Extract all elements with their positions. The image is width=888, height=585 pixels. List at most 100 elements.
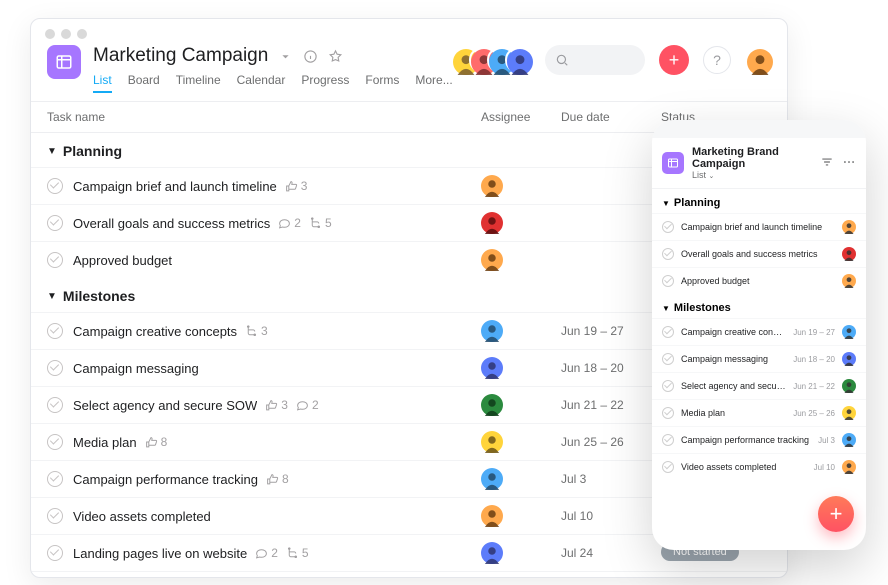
assignee-avatar[interactable]: [481, 249, 503, 271]
mobile-task-row[interactable]: Campaign messaging Jun 18 – 20: [652, 345, 866, 372]
assignee-avatar[interactable]: [481, 212, 503, 234]
section-title: Planning: [63, 143, 122, 159]
due-date[interactable]: Jun 19 – 27: [561, 324, 661, 338]
assignee-avatar[interactable]: [481, 394, 503, 416]
complete-checkbox[interactable]: [662, 326, 674, 338]
due-date: Jul 10: [814, 463, 835, 472]
comment-icon[interactable]: 2: [255, 546, 278, 560]
tab-timeline[interactable]: Timeline: [176, 73, 221, 93]
task-name: Campaign creative concepts: [681, 327, 786, 337]
complete-checkbox[interactable]: [47, 178, 63, 194]
subtask-icon[interactable]: 5: [309, 216, 332, 230]
due-date[interactable]: Jul 24: [561, 546, 661, 560]
task-name: Overall goals and success metrics: [681, 249, 835, 259]
search-input[interactable]: [545, 45, 645, 75]
tab-forms[interactable]: Forms: [365, 73, 399, 93]
chevron-down-icon[interactable]: [278, 49, 293, 64]
complete-checkbox[interactable]: [47, 252, 63, 268]
complete-checkbox[interactable]: [47, 323, 63, 339]
filter-icon[interactable]: [820, 155, 834, 172]
assignee-avatar[interactable]: [842, 352, 856, 366]
due-date[interactable]: Jul 3: [561, 472, 661, 486]
assignee-avatar[interactable]: [481, 320, 503, 342]
task-name: Approved budget: [681, 276, 835, 286]
tab-calendar[interactable]: Calendar: [237, 73, 286, 93]
assignee-avatar[interactable]: [481, 175, 503, 197]
star-icon[interactable]: [328, 49, 343, 64]
project-icon: [662, 152, 684, 174]
complete-checkbox[interactable]: [662, 461, 674, 473]
subtask-icon[interactable]: 5: [286, 546, 309, 560]
complete-checkbox[interactable]: [47, 360, 63, 376]
mobile-task-row[interactable]: Approved budget: [652, 267, 866, 294]
assignee-avatar[interactable]: [842, 220, 856, 234]
complete-checkbox[interactable]: [662, 407, 674, 419]
assignee-avatar[interactable]: [842, 406, 856, 420]
project-members[interactable]: [451, 47, 531, 73]
like-icon[interactable]: 8: [145, 435, 168, 449]
assignee-avatar[interactable]: [842, 433, 856, 447]
more-icon[interactable]: [842, 155, 856, 172]
mobile-section-header[interactable]: ▼Planning: [652, 189, 866, 213]
mobile-task-row[interactable]: Campaign performance tracking Jul 3: [652, 426, 866, 453]
tab-board[interactable]: Board: [128, 73, 160, 93]
assignee-avatar[interactable]: [842, 274, 856, 288]
due-date[interactable]: Jun 21 – 22: [561, 398, 661, 412]
like-icon[interactable]: 3: [265, 398, 288, 412]
mobile-task-row[interactable]: Campaign brief and launch timeline: [652, 213, 866, 240]
due-date: Jun 25 – 26: [793, 409, 835, 418]
complete-checkbox[interactable]: [47, 508, 63, 524]
due-date[interactable]: Jul 10: [561, 509, 661, 523]
assignee-avatar[interactable]: [481, 542, 503, 564]
task-row[interactable]: Campaign launch!8 Aug 1 Not started: [31, 571, 787, 578]
add-button[interactable]: +: [659, 45, 689, 75]
subtask-icon[interactable]: 3: [245, 324, 268, 338]
tab-list[interactable]: List: [93, 73, 112, 93]
complete-checkbox[interactable]: [47, 397, 63, 413]
task-name: Campaign messaging: [73, 361, 199, 376]
assignee-avatar[interactable]: [842, 325, 856, 339]
like-icon[interactable]: 8: [266, 472, 289, 486]
mobile-section-header[interactable]: ▼Milestones: [652, 294, 866, 318]
mobile-view-label[interactable]: List ⌄: [692, 170, 812, 180]
mobile-window: Marketing Brand Campaign List ⌄ ▼Plannin…: [652, 120, 866, 550]
complete-checkbox[interactable]: [662, 380, 674, 392]
complete-checkbox[interactable]: [47, 434, 63, 450]
due-date[interactable]: Jun 18 – 20: [561, 361, 661, 375]
complete-checkbox[interactable]: [662, 434, 674, 446]
assignee-avatar[interactable]: [481, 431, 503, 453]
assignee-avatar[interactable]: [842, 460, 856, 474]
mobile-task-row[interactable]: Overall goals and success metrics: [652, 240, 866, 267]
mobile-task-list: ▼Planning Campaign brief and launch time…: [652, 189, 866, 480]
user-avatar[interactable]: [745, 47, 771, 73]
complete-checkbox[interactable]: [47, 215, 63, 231]
due-date: Jun 18 – 20: [793, 355, 835, 364]
complete-checkbox[interactable]: [662, 221, 674, 233]
tab-more[interactable]: More...: [415, 73, 452, 93]
mobile-task-row[interactable]: Video assets completed Jul 10: [652, 453, 866, 480]
assignee-avatar[interactable]: [481, 505, 503, 527]
complete-checkbox[interactable]: [662, 248, 674, 260]
assignee-avatar[interactable]: [481, 468, 503, 490]
mobile-task-row[interactable]: Media plan Jun 25 – 26: [652, 399, 866, 426]
complete-checkbox[interactable]: [662, 353, 674, 365]
due-date[interactable]: Jun 25 – 26: [561, 435, 661, 449]
assignee-avatar[interactable]: [842, 379, 856, 393]
tab-progress[interactable]: Progress: [301, 73, 349, 93]
help-button[interactable]: ?: [703, 46, 731, 74]
like-icon[interactable]: 3: [285, 179, 308, 193]
assignee-avatar[interactable]: [842, 247, 856, 261]
comment-icon[interactable]: 2: [278, 216, 301, 230]
comment-icon[interactable]: 2: [296, 398, 319, 412]
complete-checkbox[interactable]: [47, 545, 63, 561]
mobile-task-row[interactable]: Select agency and secure SOW Jun 21 – 22: [652, 372, 866, 399]
complete-checkbox[interactable]: [662, 275, 674, 287]
task-name: Media plan: [681, 408, 786, 418]
member-avatar[interactable]: [505, 47, 531, 73]
mobile-task-row[interactable]: Campaign creative concepts Jun 19 – 27: [652, 318, 866, 345]
info-icon[interactable]: [303, 49, 318, 64]
complete-checkbox[interactable]: [47, 471, 63, 487]
section-title: Milestones: [63, 288, 135, 304]
mobile-add-button[interactable]: +: [818, 496, 854, 532]
assignee-avatar[interactable]: [481, 357, 503, 379]
